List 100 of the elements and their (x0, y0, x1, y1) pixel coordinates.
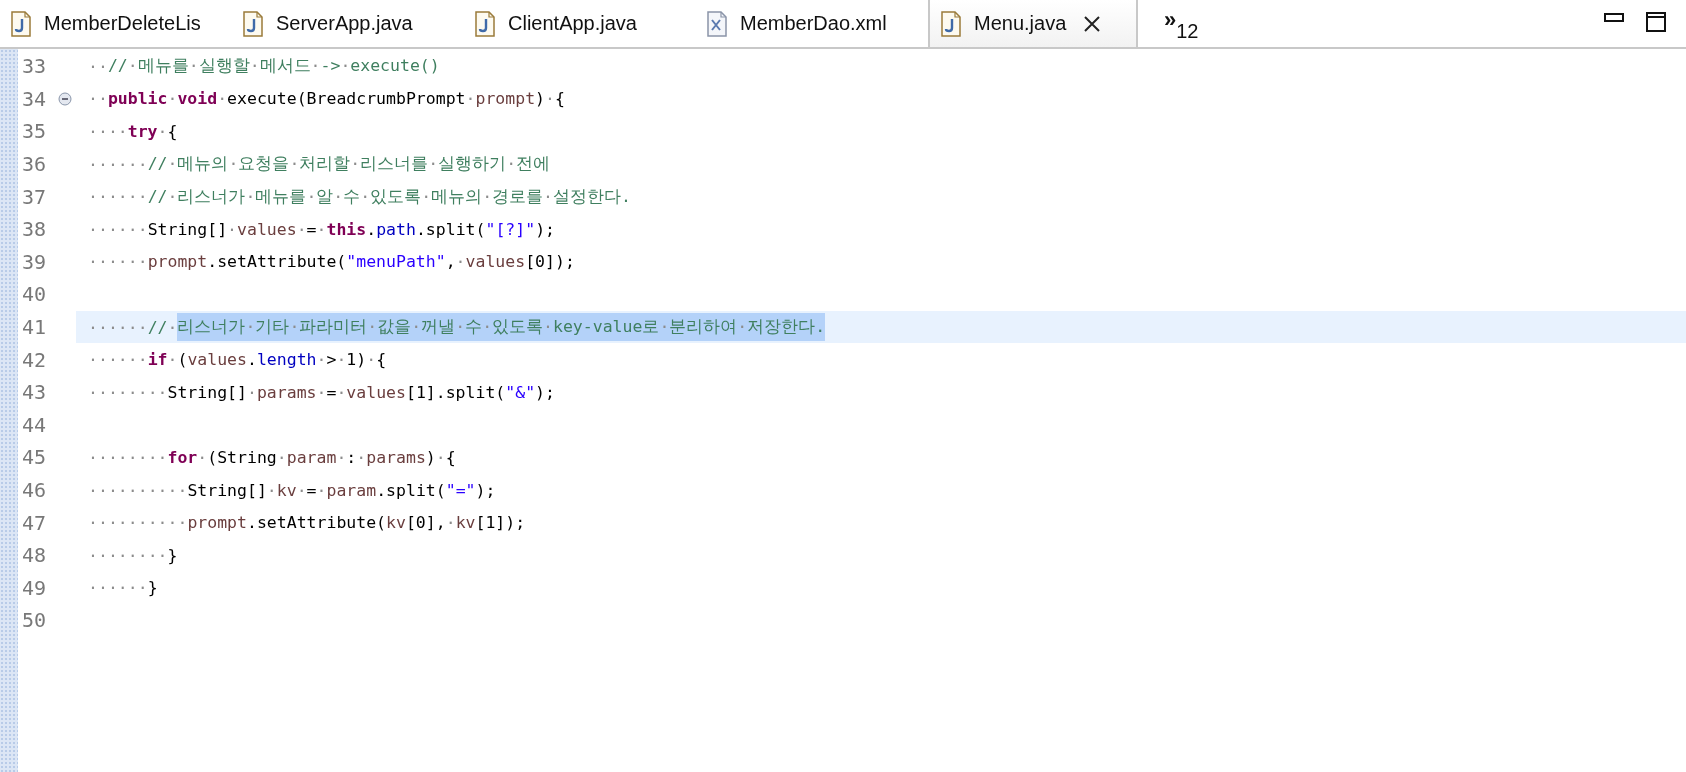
tab-overflow-button[interactable]: »12 (1138, 0, 1284, 47)
code-text: ·( (167, 350, 188, 370)
code-text: ); (475, 480, 496, 500)
code-text: ·:· (336, 447, 367, 467)
line-number: 35 (22, 119, 48, 144)
code-variable: values (237, 219, 297, 239)
line-number: 46 (22, 478, 48, 502)
code-comment: //·리스너가·메뉴를·알·수·있도록·메뉴의·경로를·설정한다. (147, 185, 631, 208)
code-text: ······ (88, 252, 148, 272)
code-variable: values (346, 382, 406, 402)
java-file-icon (474, 10, 496, 37)
code-variable: values (465, 252, 526, 272)
code-text: ······ (88, 187, 148, 207)
line-number: 40 (22, 282, 48, 307)
code-keyword: void (177, 89, 218, 109)
line-number: 36 (22, 152, 48, 177)
code-variable: values (187, 350, 247, 370)
code-text: [0],· (405, 513, 456, 533)
code-string: "&" (505, 382, 536, 402)
code-text: ·{ (157, 122, 178, 141)
xml-file-icon (706, 10, 728, 37)
code-field: length (256, 350, 317, 370)
code-string: "menuPath" (346, 252, 446, 272)
code-text: ·=· (316, 382, 347, 402)
code-comment: //·메뉴의·요청을·처리할·리스너를·실행하기·전에 (147, 153, 551, 176)
code-text: ······} (88, 578, 158, 598)
code-string: "[?]" (485, 219, 536, 239)
code-variable: kv (455, 513, 476, 533)
code-comment: //· (147, 317, 178, 337)
line-number: 38 (22, 217, 48, 242)
line-number: 45 (22, 445, 48, 470)
selected-text: 리스너가·기타·파라미터·값을·꺼낼·수·있도록·key-value로·분리하여·저장한다. (177, 313, 826, 342)
line-number: 34 (22, 86, 48, 111)
code-text: ······ (88, 154, 148, 174)
code-text: ··········String[]· (88, 480, 277, 500)
code-variable: kv (386, 513, 406, 533)
line-number: 48 (22, 543, 48, 568)
code-text: [1]); (475, 513, 526, 533)
maximize-icon[interactable] (1646, 12, 1666, 32)
editor-tab[interactable]: Menu.java (928, 0, 1138, 47)
code-text: ········ (88, 447, 168, 467)
line-number: 50 (22, 608, 48, 633)
line-number: 49 (22, 575, 48, 600)
code-text: ·>·1)·{ (316, 350, 387, 370)
code-text: ); (535, 219, 555, 239)
code-text: ·=· (296, 480, 327, 500)
code-keyword: if (147, 350, 168, 370)
code-text: [1].split( (405, 382, 506, 402)
code-keyword: public (107, 89, 168, 109)
close-icon[interactable] (1082, 13, 1103, 34)
code-text: · (167, 89, 178, 109)
java-file-icon (940, 10, 962, 37)
code-text: ······ (88, 317, 148, 337)
code-text: )·{ (425, 447, 456, 467)
line-number: 33 (22, 54, 48, 79)
code-text: .setAttribute( (247, 513, 387, 533)
code-text: ·=· (296, 219, 327, 239)
code-variable: prompt (187, 513, 247, 533)
line-number: 42 (22, 347, 48, 372)
code-text: )·{ (535, 89, 565, 109)
code-text: ·· (88, 56, 108, 76)
code-keyword: this (326, 219, 367, 239)
code-variable: prompt (475, 89, 536, 109)
code-text: ·(String· (197, 447, 287, 467)
line-number: 44 (22, 412, 48, 437)
line-number: 37 (22, 184, 48, 209)
code-text: ········} (88, 545, 178, 565)
code-variable: kv (276, 480, 297, 500)
code-variable: params (366, 447, 426, 467)
code-text: . (247, 350, 257, 370)
code-variable: param (286, 447, 337, 467)
code-text: ,· (445, 252, 466, 272)
code-text: . (366, 219, 377, 239)
code-text: ·execute(BreadcrumbPrompt· (217, 89, 476, 109)
code-string: "=" (445, 480, 476, 500)
code-text: ···· (88, 122, 128, 141)
collapse-icon[interactable] (58, 91, 72, 106)
code-text: .split( (376, 480, 446, 500)
code-text: ); (535, 382, 555, 402)
code-field: path (376, 219, 416, 239)
code-text: .setAttribute( (207, 252, 347, 272)
code-comment: //·메뉴를·실행할·메서드·->·execute() (107, 55, 440, 78)
code-keyword: try (127, 122, 158, 141)
code-text: [0]); (525, 252, 575, 272)
code-text: ······String[]· (88, 219, 238, 239)
line-number: 43 (22, 380, 48, 405)
code-text: ······ (88, 350, 148, 370)
line-number: 47 (22, 510, 48, 535)
code-keyword: for (167, 447, 198, 467)
code-variable: param (326, 480, 377, 500)
code-text: ·········· (88, 513, 188, 533)
java-file-icon (10, 10, 32, 37)
code-variable: params (256, 382, 317, 402)
code-text: ········String[]· (88, 382, 257, 402)
code-variable: prompt (147, 252, 208, 272)
line-number: 39 (22, 249, 48, 274)
java-file-icon (242, 10, 264, 37)
code-text: .split( (415, 219, 486, 239)
code-text: ·· (88, 89, 108, 109)
line-number: 41 (22, 315, 48, 340)
